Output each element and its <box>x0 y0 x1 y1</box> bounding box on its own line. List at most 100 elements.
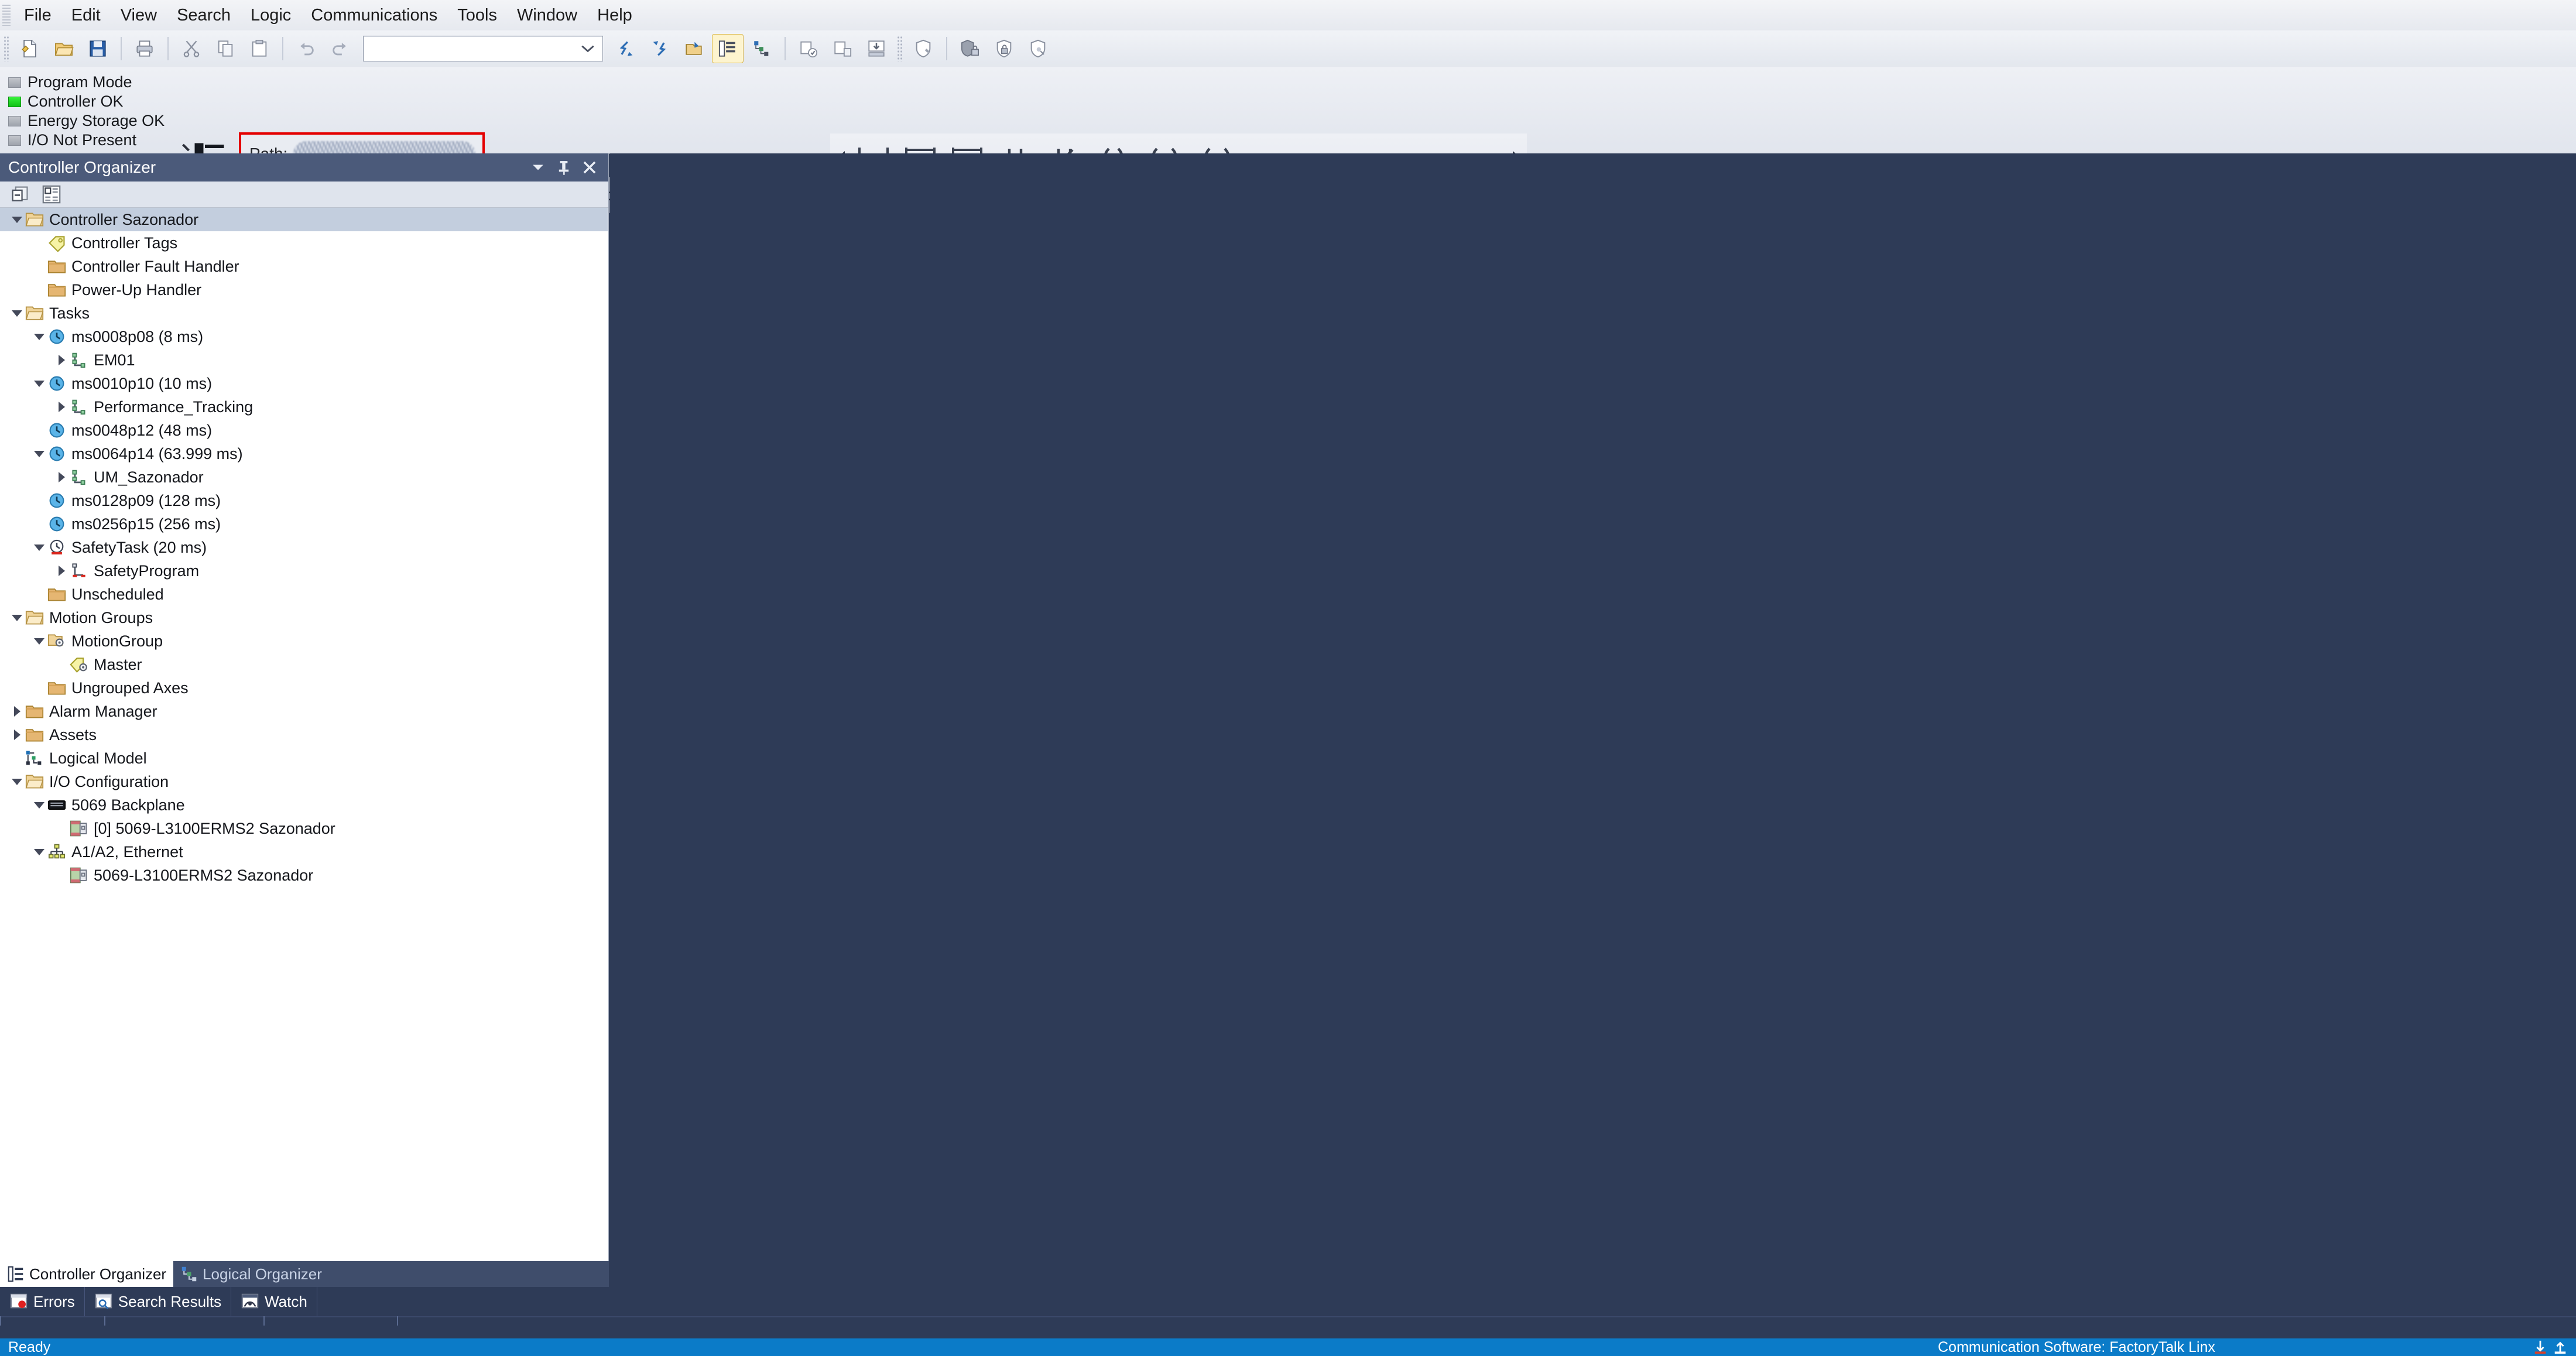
controller-organizer-tree[interactable]: Controller Sazonador Controller Tags Contr… <box>0 208 608 1259</box>
chevron-down-icon[interactable] <box>9 606 25 629</box>
menu-search[interactable]: Search <box>167 3 241 28</box>
browse-logic-button[interactable] <box>678 34 710 63</box>
menu-communications[interactable]: Communications <box>301 3 447 28</box>
tree-item-ms0010p10-10-ms[interactable]: ms0010p10 (10 ms) <box>0 372 608 395</box>
chevron-down-icon[interactable] <box>9 770 25 793</box>
chevron-right-icon[interactable] <box>54 348 69 372</box>
tree-item-motion-groups[interactable]: Motion Groups <box>0 606 608 629</box>
tree-item-i-o-configuration[interactable]: I/O Configuration <box>0 770 608 793</box>
download-button[interactable] <box>861 34 892 63</box>
tree-item-label: I/O Configuration <box>49 773 169 790</box>
tree-item-controller-fault-handler[interactable]: Controller Fault Handler <box>0 255 608 278</box>
menu-bar-grip[interactable] <box>2 5 11 26</box>
chevron-right-icon[interactable] <box>54 559 69 583</box>
chevron-down-icon[interactable] <box>9 302 25 325</box>
tree-item-0-5069-l3100erms2-sazonador[interactable]: [0] 5069-L3100ERMS2 Sazonador <box>0 817 608 840</box>
security-key-button[interactable] <box>1022 34 1054 63</box>
chevron-down-icon[interactable] <box>32 840 47 864</box>
show-all-button[interactable] <box>6 183 34 206</box>
search-down-button[interactable] <box>610 34 642 63</box>
menu-window[interactable]: Window <box>507 3 587 28</box>
open-button[interactable] <box>48 34 80 63</box>
search-up-button[interactable] <box>644 34 676 63</box>
tree-item-performance-tracking[interactable]: Performance_Tracking <box>0 395 608 419</box>
tree-item-ms0128p09-128-ms[interactable]: ms0128p09 (128 ms) <box>0 489 608 512</box>
tree-expander-empty <box>32 489 47 512</box>
tree-item-em01[interactable]: EM01 <box>0 348 608 372</box>
verify-route-button[interactable] <box>793 34 824 63</box>
tree-item-5069-l3100erms2-sazonador[interactable]: 5069-L3100ERMS2 Sazonador <box>0 864 608 887</box>
tree-item-controller-sazonador[interactable]: Controller Sazonador <box>0 208 608 231</box>
chevron-down-icon[interactable] <box>32 536 47 559</box>
security-lock-button[interactable] <box>988 34 1020 63</box>
tree-item-logical-model[interactable]: Logical Model <box>0 747 608 770</box>
menu-logic[interactable]: Logic <box>241 3 301 28</box>
tree-item-safetytask-20-ms[interactable]: SafetyTask (20 ms) <box>0 536 608 559</box>
chevron-down-icon[interactable] <box>32 372 47 395</box>
chevron-down-icon[interactable] <box>32 442 47 465</box>
tree-item-5069-backplane[interactable]: 5069 Backplane <box>0 793 608 817</box>
tree-item-power-up-handler[interactable]: Power-Up Handler <box>0 278 608 302</box>
chevron-down-icon[interactable] <box>32 629 47 653</box>
tree-item-label: UM_Sazonador <box>94 468 204 486</box>
tree-item-tasks[interactable]: Tasks <box>0 302 608 325</box>
chevron-right-icon[interactable] <box>54 395 69 419</box>
tree-item-assets[interactable]: Assets <box>0 723 608 747</box>
panel-close-button[interactable] <box>577 156 602 179</box>
tree-item-controller-tags[interactable]: Controller Tags <box>0 231 608 255</box>
menu-view[interactable]: View <box>111 3 167 28</box>
tree-item-master[interactable]: Master <box>0 653 608 676</box>
new-button[interactable] <box>14 34 46 63</box>
toolbar-grip-2[interactable] <box>897 36 903 61</box>
tree-item-unscheduled[interactable]: Unscheduled <box>0 583 608 606</box>
cut-button[interactable] <box>176 34 207 63</box>
search-combo[interactable] <box>363 36 603 61</box>
bottom-tab-logical-organizer[interactable]: Logical Organizer <box>173 1261 329 1287</box>
print-button[interactable] <box>129 34 160 63</box>
verify-controller-button[interactable] <box>827 34 858 63</box>
save-button[interactable] <box>82 34 114 63</box>
toolbar-separator-3 <box>282 37 283 60</box>
undo-arrow-icon <box>300 43 314 56</box>
menu-tools[interactable]: Tools <box>447 3 507 28</box>
tree-item-safetyprogram[interactable]: SafetyProgram <box>0 559 608 583</box>
tree-item-um-sazonador[interactable]: UM_Sazonador <box>0 465 608 489</box>
chevron-down-icon[interactable] <box>32 793 47 817</box>
download-icon <box>868 40 885 57</box>
tree-item-a1-a2-ethernet[interactable]: A1/A2, Ethernet <box>0 840 608 864</box>
redo-button[interactable] <box>324 34 356 63</box>
dock-tab-search-results[interactable]: Search Results <box>85 1287 232 1316</box>
tree-item-ms0064p14-63-999-ms[interactable]: ms0064p14 (63.999 ms) <box>0 442 608 465</box>
copy-button[interactable] <box>210 34 241 63</box>
open-folder-icon <box>25 303 44 323</box>
toggle-logical-organizer-button[interactable] <box>746 34 777 63</box>
bottom-tab-controller-organizer[interactable]: Controller Organizer <box>0 1261 174 1287</box>
tree-item-ms0256p15-256-ms[interactable]: ms0256p15 (256 ms) <box>0 512 608 536</box>
toggle-controller-organizer-button[interactable] <box>712 34 744 63</box>
tree-item-ms0008p08-8-ms[interactable]: ms0008p08 (8 ms) <box>0 325 608 348</box>
menu-edit[interactable]: Edit <box>61 3 111 28</box>
undo-button[interactable] <box>290 34 322 63</box>
chevron-right-icon[interactable] <box>9 700 25 723</box>
security-stack-lock-button[interactable] <box>954 34 986 63</box>
properties-button[interactable] <box>37 183 66 206</box>
menu-file[interactable]: File <box>14 3 61 28</box>
dock-tab-errors[interactable]: Errors <box>0 1287 85 1316</box>
tree-item-ms0048p12-48-ms[interactable]: ms0048p12 (48 ms) <box>0 419 608 442</box>
paste-button[interactable] <box>244 34 275 63</box>
chevron-down-icon[interactable] <box>32 325 47 348</box>
chevron-right-icon[interactable] <box>54 465 69 489</box>
panel-pin-button[interactable] <box>551 156 577 179</box>
menu-help[interactable]: Help <box>587 3 642 28</box>
tree-expander-empty <box>32 278 47 302</box>
tree-item-ungrouped-axes[interactable]: Ungrouped Axes <box>0 676 608 700</box>
chevron-right-icon[interactable] <box>9 723 25 747</box>
toolbar-grip[interactable] <box>4 36 9 61</box>
tree-item-label: ms0010p10 (10 ms) <box>71 375 213 392</box>
tree-item-alarm-manager[interactable]: Alarm Manager <box>0 700 608 723</box>
tree-item-motiongroup[interactable]: MotionGroup <box>0 629 608 653</box>
security-configure-button[interactable] <box>907 34 939 63</box>
chevron-down-icon[interactable] <box>9 208 25 231</box>
dock-tab-watch[interactable]: Watch <box>231 1287 317 1316</box>
panel-menu-button[interactable] <box>525 156 551 179</box>
